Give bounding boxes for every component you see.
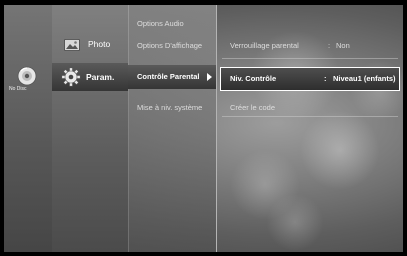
sub-menu-item-label: Contrôle Parental: [137, 72, 200, 81]
lock-label: Verrouillage parental: [230, 41, 299, 50]
separator: [222, 58, 398, 59]
menu-screen: No Disc Photo Param. Options Audio Optio…: [0, 0, 407, 256]
sub-menu: Options Audio Options D'affichage Contrô…: [128, 0, 217, 256]
create-code-item[interactable]: Créer le code: [230, 103, 275, 112]
detail-row-level[interactable]: Niv. Contrôle : Niveau1 (enfants): [220, 67, 400, 91]
main-menu: Photo Param.: [52, 0, 129, 256]
disc-panel: No Disc: [0, 0, 53, 256]
screen-frame-top: [0, 0, 407, 5]
sub-menu-item-display[interactable]: Options D'affichage: [137, 41, 202, 50]
sub-menu-item-parental[interactable]: Contrôle Parental: [128, 65, 216, 89]
level-value: Niveau1 (enfants): [333, 74, 396, 83]
chevron-right-icon: [207, 73, 212, 81]
main-menu-item-photo[interactable]: Photo: [52, 30, 128, 56]
sub-menu-item-audio[interactable]: Options Audio: [137, 19, 184, 28]
lock-separator: :: [328, 41, 331, 50]
screen-frame-left: [0, 0, 4, 256]
level-label: Niv. Contrôle: [230, 74, 277, 83]
disc-label: No Disc: [9, 86, 27, 92]
separator: [222, 116, 398, 117]
gear-icon: [61, 67, 81, 92]
detail-row-lock[interactable]: Verrouillage parental : Non: [216, 36, 400, 54]
lock-value: Non: [336, 41, 350, 50]
level-separator: :: [324, 74, 327, 83]
sub-menu-item-update[interactable]: Mise à niv. système: [137, 103, 202, 112]
screen-frame-bottom: [0, 252, 407, 256]
screen-frame-right: [403, 0, 407, 256]
main-menu-item-label: Photo: [88, 39, 111, 49]
main-menu-item-label: Param.: [86, 72, 115, 82]
photo-icon: [64, 38, 80, 56]
main-menu-item-param[interactable]: Param.: [52, 63, 128, 91]
